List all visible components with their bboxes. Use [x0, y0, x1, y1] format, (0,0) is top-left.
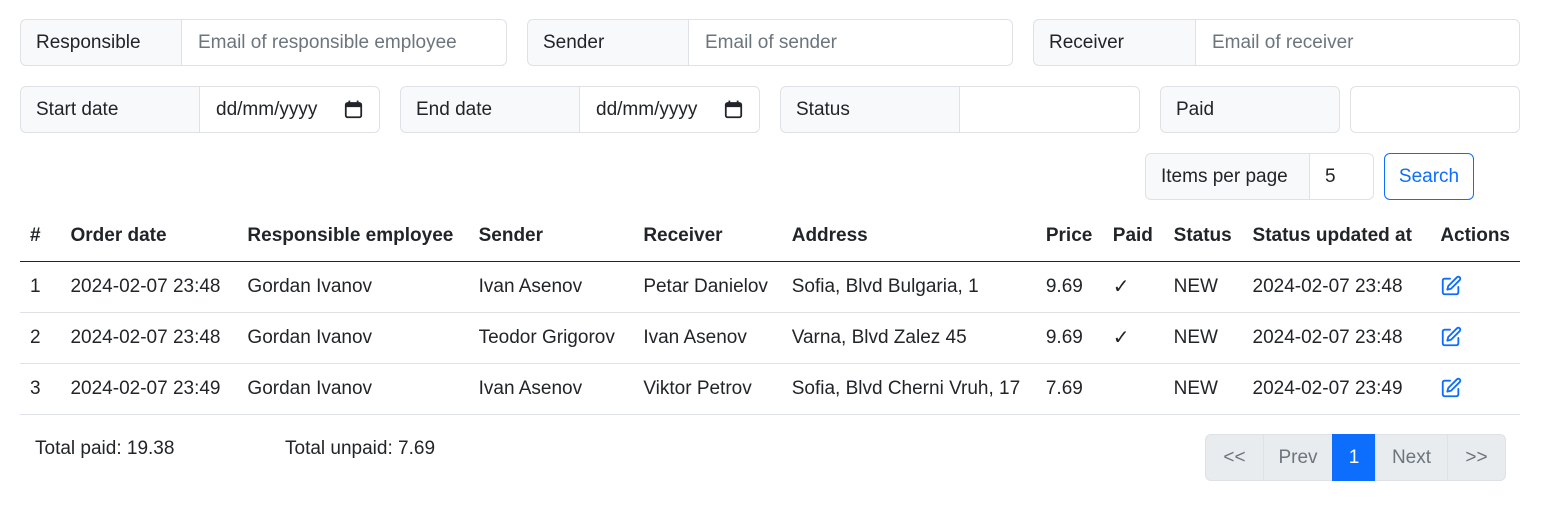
order-date-cell: 2024-02-07 23:48	[60, 261, 238, 313]
responsible-email-input[interactable]	[182, 19, 507, 66]
header-address: Address	[781, 211, 1036, 262]
actions-cell	[1430, 363, 1520, 415]
end-date-value: dd/mm/yyyy	[596, 98, 698, 120]
calendar-icon[interactable]	[724, 100, 743, 119]
current-page-button[interactable]: 1	[1332, 434, 1376, 481]
address-cell: Sofia, Blvd Bulgaria, 1	[781, 261, 1036, 313]
receiver-cell: Petar Danielov	[633, 261, 782, 313]
receiver-label: Receiver	[1033, 19, 1196, 66]
row-number: 2	[20, 312, 61, 364]
sender-filter-group: Sender	[527, 19, 1013, 66]
calendar-icon[interactable]	[344, 100, 363, 119]
receiver-cell: Ivan Asenov	[633, 312, 782, 364]
prev-page-button[interactable]: Prev	[1263, 434, 1333, 481]
start-date-value: dd/mm/yyyy	[216, 98, 318, 120]
start-date-label: Start date	[20, 86, 200, 133]
status-label: Status	[780, 86, 960, 133]
header-price: Price	[1035, 211, 1103, 262]
receiver-cell: Viktor Petrov	[633, 363, 782, 415]
sender-cell: Ivan Asenov	[468, 363, 634, 415]
end-date-filter-group: End date dd/mm/yyyy	[400, 86, 760, 133]
end-date-label: End date	[400, 86, 580, 133]
table-row: 1 2024-02-07 23:48 Gordan Ivanov Ivan As…	[20, 261, 1520, 313]
items-per-page-input[interactable]	[1310, 153, 1374, 200]
responsible-filter-group: Responsible	[20, 19, 507, 66]
responsible-cell: Gordan Ivanov	[237, 312, 469, 364]
table-row: 2 2024-02-07 23:48 Gordan Ivanov Teodor …	[20, 312, 1520, 364]
paid-check-cell	[1102, 363, 1164, 415]
total-unpaid: Total unpaid: 7.69	[285, 438, 436, 459]
address-cell: Sofia, Blvd Cherni Vruh, 17	[781, 363, 1036, 415]
search-button[interactable]: Search	[1384, 153, 1474, 200]
actions-cell	[1430, 312, 1520, 364]
header-status: Status	[1163, 211, 1243, 262]
start-date-input[interactable]: dd/mm/yyyy	[200, 86, 380, 133]
first-page-button[interactable]: <<	[1205, 434, 1264, 481]
orders-table: # Order date Responsible employee Sender…	[20, 211, 1520, 415]
row-number: 1	[20, 261, 61, 313]
paid-check-cell: ✓	[1102, 312, 1164, 364]
table-header-row: # Order date Responsible employee Sender…	[20, 211, 1520, 262]
order-date-cell: 2024-02-07 23:49	[60, 363, 238, 415]
header-responsible-employee: Responsible employee	[237, 211, 469, 262]
pagination: << Prev 1 Next >>	[1205, 434, 1506, 481]
responsible-cell: Gordan Ivanov	[237, 363, 469, 415]
status-updated-cell: 2024-02-07 23:48	[1242, 261, 1431, 313]
price-cell: 9.69	[1035, 312, 1103, 364]
edit-icon[interactable]	[1440, 326, 1462, 348]
responsible-cell: Gordan Ivanov	[237, 261, 469, 313]
header-actions: Actions	[1430, 211, 1520, 262]
edit-icon[interactable]	[1440, 275, 1462, 297]
sender-cell: Teodor Grigorov	[468, 312, 634, 364]
total-paid: Total paid: 19.38	[35, 438, 175, 459]
receiver-email-input[interactable]	[1196, 19, 1520, 66]
status-cell: NEW	[1163, 261, 1243, 313]
status-updated-cell: 2024-02-07 23:48	[1242, 312, 1431, 364]
sender-cell: Ivan Asenov	[468, 261, 634, 313]
table-row: 3 2024-02-07 23:49 Gordan Ivanov Ivan As…	[20, 363, 1520, 415]
price-cell: 9.69	[1035, 261, 1103, 313]
sender-label: Sender	[527, 19, 689, 66]
paid-filter-label-group: Paid	[1160, 86, 1340, 133]
header-sender: Sender	[468, 211, 634, 262]
sender-email-input[interactable]	[689, 19, 1013, 66]
status-cell: NEW	[1163, 312, 1243, 364]
paid-check-cell: ✓	[1102, 261, 1164, 313]
header-paid: Paid	[1102, 211, 1164, 262]
items-per-page-group: Items per page	[1145, 153, 1374, 200]
header-number: #	[20, 211, 61, 262]
address-cell: Varna, Blvd Zalez 45	[781, 312, 1036, 364]
start-date-filter-group: Start date dd/mm/yyyy	[20, 86, 380, 133]
order-date-cell: 2024-02-07 23:48	[60, 312, 238, 364]
responsible-label: Responsible	[20, 19, 182, 66]
next-page-button[interactable]: Next	[1375, 434, 1448, 481]
paid-label: Paid	[1160, 86, 1340, 133]
last-page-button[interactable]: >>	[1447, 434, 1506, 481]
header-order-date: Order date	[60, 211, 238, 262]
row-number: 3	[20, 363, 61, 415]
edit-icon[interactable]	[1440, 377, 1462, 399]
status-select[interactable]	[960, 86, 1140, 133]
receiver-filter-group: Receiver	[1033, 19, 1520, 66]
header-status-updated-at: Status updated at	[1242, 211, 1431, 262]
price-cell: 7.69	[1035, 363, 1103, 415]
end-date-input[interactable]: dd/mm/yyyy	[580, 86, 760, 133]
header-receiver: Receiver	[633, 211, 782, 262]
paid-select[interactable]	[1350, 86, 1520, 133]
items-per-page-label: Items per page	[1145, 153, 1310, 200]
status-updated-cell: 2024-02-07 23:49	[1242, 363, 1431, 415]
status-filter-group: Status	[780, 86, 1140, 133]
actions-cell	[1430, 261, 1520, 313]
status-cell: NEW	[1163, 363, 1243, 415]
